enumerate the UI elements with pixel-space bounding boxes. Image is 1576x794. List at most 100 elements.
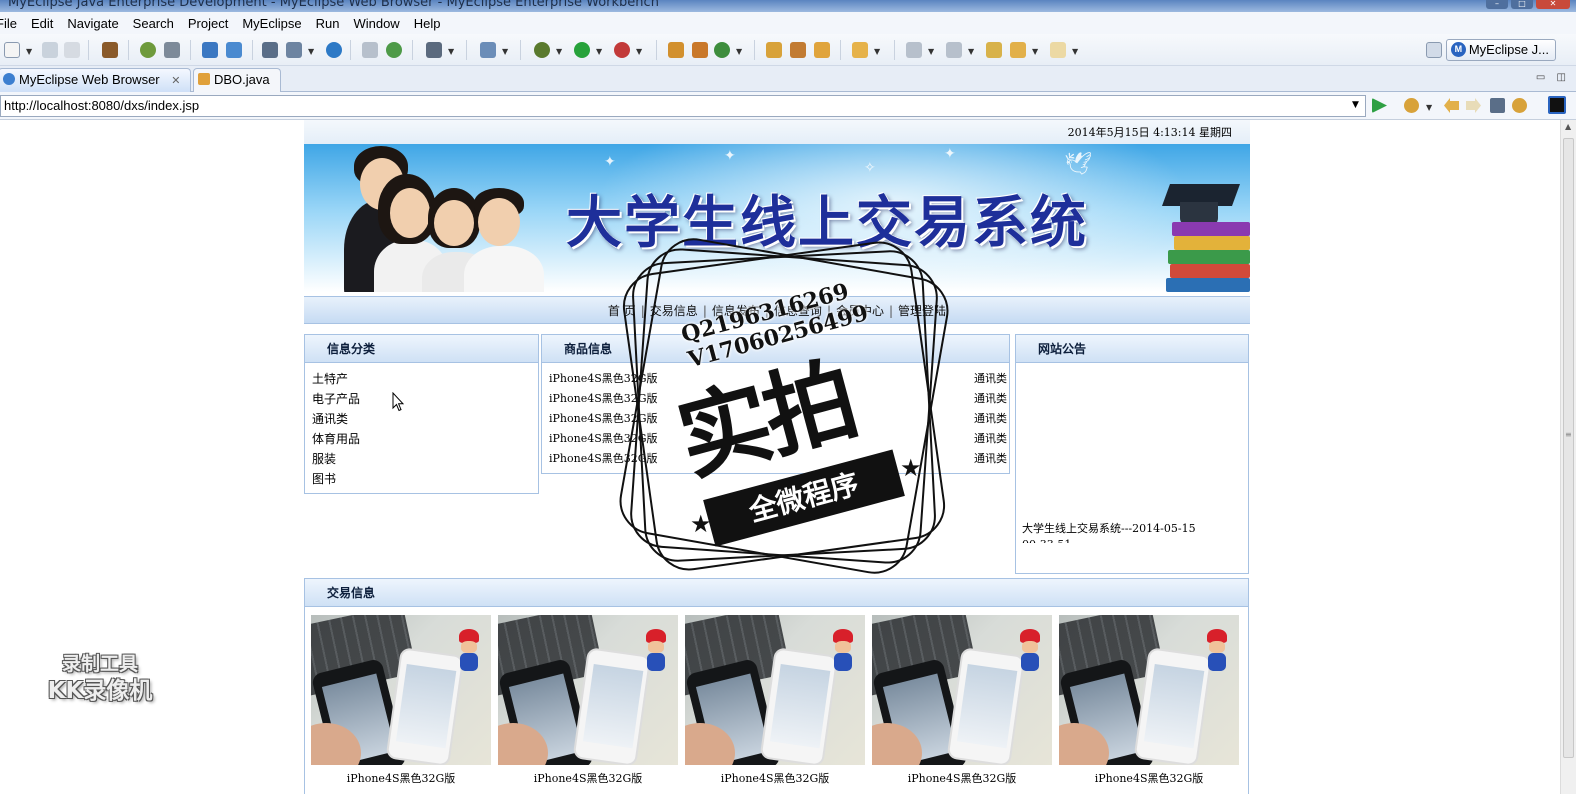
product-image[interactable] <box>1059 615 1239 765</box>
nav-home[interactable]: 首 页 <box>608 304 636 318</box>
menu-edit[interactable]: Edit <box>24 16 60 31</box>
view-menu-icon[interactable] <box>1548 96 1566 114</box>
menu-myeclipse[interactable]: MyEclipse <box>235 16 308 31</box>
last-edit-icon[interactable] <box>986 42 1002 58</box>
product-caption[interactable]: iPhone4S黑色32G版 <box>872 770 1052 786</box>
product-caption[interactable]: iPhone4S黑色32G版 <box>498 770 678 786</box>
lock-icon[interactable] <box>164 42 180 58</box>
open-type-icon[interactable] <box>766 42 782 58</box>
chevron-down-icon[interactable]: ▼ <box>1032 47 1038 56</box>
camera-icon[interactable] <box>426 42 442 58</box>
category-item[interactable]: 通讯类 <box>312 409 538 429</box>
product-image[interactable] <box>685 615 865 765</box>
add-icon[interactable] <box>386 42 402 58</box>
open-perspective-icon[interactable] <box>1426 42 1442 58</box>
chevron-down-icon[interactable]: ▼ <box>556 47 562 56</box>
scroll-up-icon[interactable]: ▲ <box>1565 122 1571 131</box>
debug-icon[interactable] <box>534 42 550 58</box>
open-task-icon[interactable] <box>790 42 806 58</box>
new-package-icon[interactable] <box>692 42 708 58</box>
goods-row[interactable]: iPhone4S黑色32G版 通讯类 <box>542 409 1009 429</box>
product-caption[interactable]: iPhone4S黑色32G版 <box>685 770 865 786</box>
tab-dbo-java[interactable]: DBO.java <box>193 68 281 92</box>
server-icon[interactable] <box>226 42 242 58</box>
chevron-down-icon[interactable]: ▼ <box>1352 100 1359 110</box>
perspective-switcher[interactable]: M MyEclipse J... <box>1445 39 1556 61</box>
url-input[interactable]: http://localhost:8080/dxs/index.jsp <box>0 95 1366 117</box>
report-icon[interactable] <box>286 42 302 58</box>
view-minmax-icon[interactable]: ▭ ◫ <box>1536 72 1570 83</box>
cut-icon[interactable] <box>362 42 378 58</box>
new-class-icon[interactable] <box>668 42 684 58</box>
category-item[interactable]: 电子产品 <box>312 389 538 409</box>
nav-query[interactable]: 信息查询 <box>774 304 822 318</box>
menu-run[interactable]: Run <box>309 16 347 31</box>
folder-icon[interactable] <box>852 42 868 58</box>
product-image[interactable] <box>498 615 678 765</box>
back-icon[interactable] <box>1444 98 1459 113</box>
database-icon[interactable] <box>262 42 278 58</box>
menu-help[interactable]: Help <box>407 16 448 31</box>
nav-trade-info[interactable]: 交易信息 <box>650 304 698 318</box>
chevron-down-icon[interactable]: ▼ <box>968 47 974 56</box>
chevron-down-icon[interactable]: ▼ <box>736 47 742 56</box>
product-image[interactable] <box>872 615 1052 765</box>
menu-file[interactable]: File <box>0 16 24 31</box>
package-icon[interactable] <box>102 42 118 58</box>
chevron-down-icon[interactable]: ▼ <box>636 47 642 56</box>
go-icon[interactable] <box>1372 98 1387 113</box>
chevron-down-icon[interactable]: ▼ <box>1072 47 1078 56</box>
back-icon[interactable] <box>1010 42 1026 58</box>
save-icon[interactable] <box>42 42 58 58</box>
scroll-thumb[interactable] <box>1563 138 1574 758</box>
chevron-down-icon[interactable]: ▼ <box>26 47 32 56</box>
favorites-icon[interactable] <box>1404 98 1419 113</box>
product-caption[interactable]: iPhone4S黑色32G版 <box>311 770 491 786</box>
menu-navigate[interactable]: Navigate <box>60 16 125 31</box>
vertical-scrollbar[interactable]: ▲ ≡ <box>1560 120 1576 794</box>
close-icon[interactable]: ✕ <box>171 75 180 87</box>
next-annotation-icon[interactable] <box>906 42 922 58</box>
save-all-icon[interactable] <box>64 42 80 58</box>
goods-row[interactable]: iPhone4S黑色32G版 通讯类 <box>542 369 1009 389</box>
menu-project[interactable]: Project <box>181 16 235 31</box>
nav-admin-login[interactable]: 管理登陆 <box>898 304 946 318</box>
chevron-down-icon[interactable]: ▼ <box>448 47 454 56</box>
nav-publish[interactable]: 信息发布 <box>712 304 760 318</box>
refresh-icon[interactable] <box>1512 98 1527 113</box>
goods-row[interactable]: iPhone4S黑色32G版 通讯类 <box>542 429 1009 449</box>
category-item[interactable]: 体育用品 <box>312 429 538 449</box>
tab-web-browser[interactable]: MyEclipse Web Browser ✕ <box>0 68 192 92</box>
external-tools-icon[interactable] <box>614 42 630 58</box>
forward-icon[interactable] <box>1466 98 1481 113</box>
deploy-icon[interactable] <box>202 42 218 58</box>
new-wizard-icon[interactable] <box>480 42 496 58</box>
product-caption[interactable]: iPhone4S黑色32G版 <box>1059 770 1239 786</box>
chevron-down-icon[interactable]: ▼ <box>308 47 314 56</box>
maximize-button[interactable]: □ <box>1511 0 1533 9</box>
chevron-down-icon[interactable]: ▼ <box>1426 103 1432 112</box>
chevron-down-icon[interactable]: ▼ <box>874 47 880 56</box>
menu-search[interactable]: Search <box>126 16 181 31</box>
new-file-icon[interactable] <box>4 42 20 58</box>
product-image[interactable] <box>311 615 491 765</box>
goods-row[interactable]: iPhone4S黑色32G版 通讯类 <box>542 449 1009 469</box>
category-item[interactable]: 服装 <box>312 449 538 469</box>
refresh-icon[interactable] <box>714 42 730 58</box>
chevron-down-icon[interactable]: ▼ <box>596 47 602 56</box>
bug-icon[interactable] <box>140 42 156 58</box>
notice-text[interactable]: 大学生线上交易系统---2014-05-15 00:33:51 <box>1022 521 1247 543</box>
nav-member-center[interactable]: 会员中心 <box>836 304 884 318</box>
chevron-down-icon[interactable]: ▼ <box>502 47 508 56</box>
category-item[interactable]: 土特产 <box>312 369 538 389</box>
stop-icon[interactable] <box>1490 98 1505 113</box>
menu-window[interactable]: Window <box>346 16 406 31</box>
search-icon[interactable] <box>814 42 830 58</box>
forward-icon[interactable] <box>1050 42 1066 58</box>
category-item[interactable]: 图书 <box>312 469 538 489</box>
close-window-button[interactable]: ✕ <box>1536 0 1570 9</box>
globe-icon[interactable] <box>326 42 342 58</box>
chevron-down-icon[interactable]: ▼ <box>928 47 934 56</box>
minimize-button[interactable]: – <box>1486 0 1508 9</box>
goods-row[interactable]: iPhone4S黑色32G版 通讯类 <box>542 389 1009 409</box>
